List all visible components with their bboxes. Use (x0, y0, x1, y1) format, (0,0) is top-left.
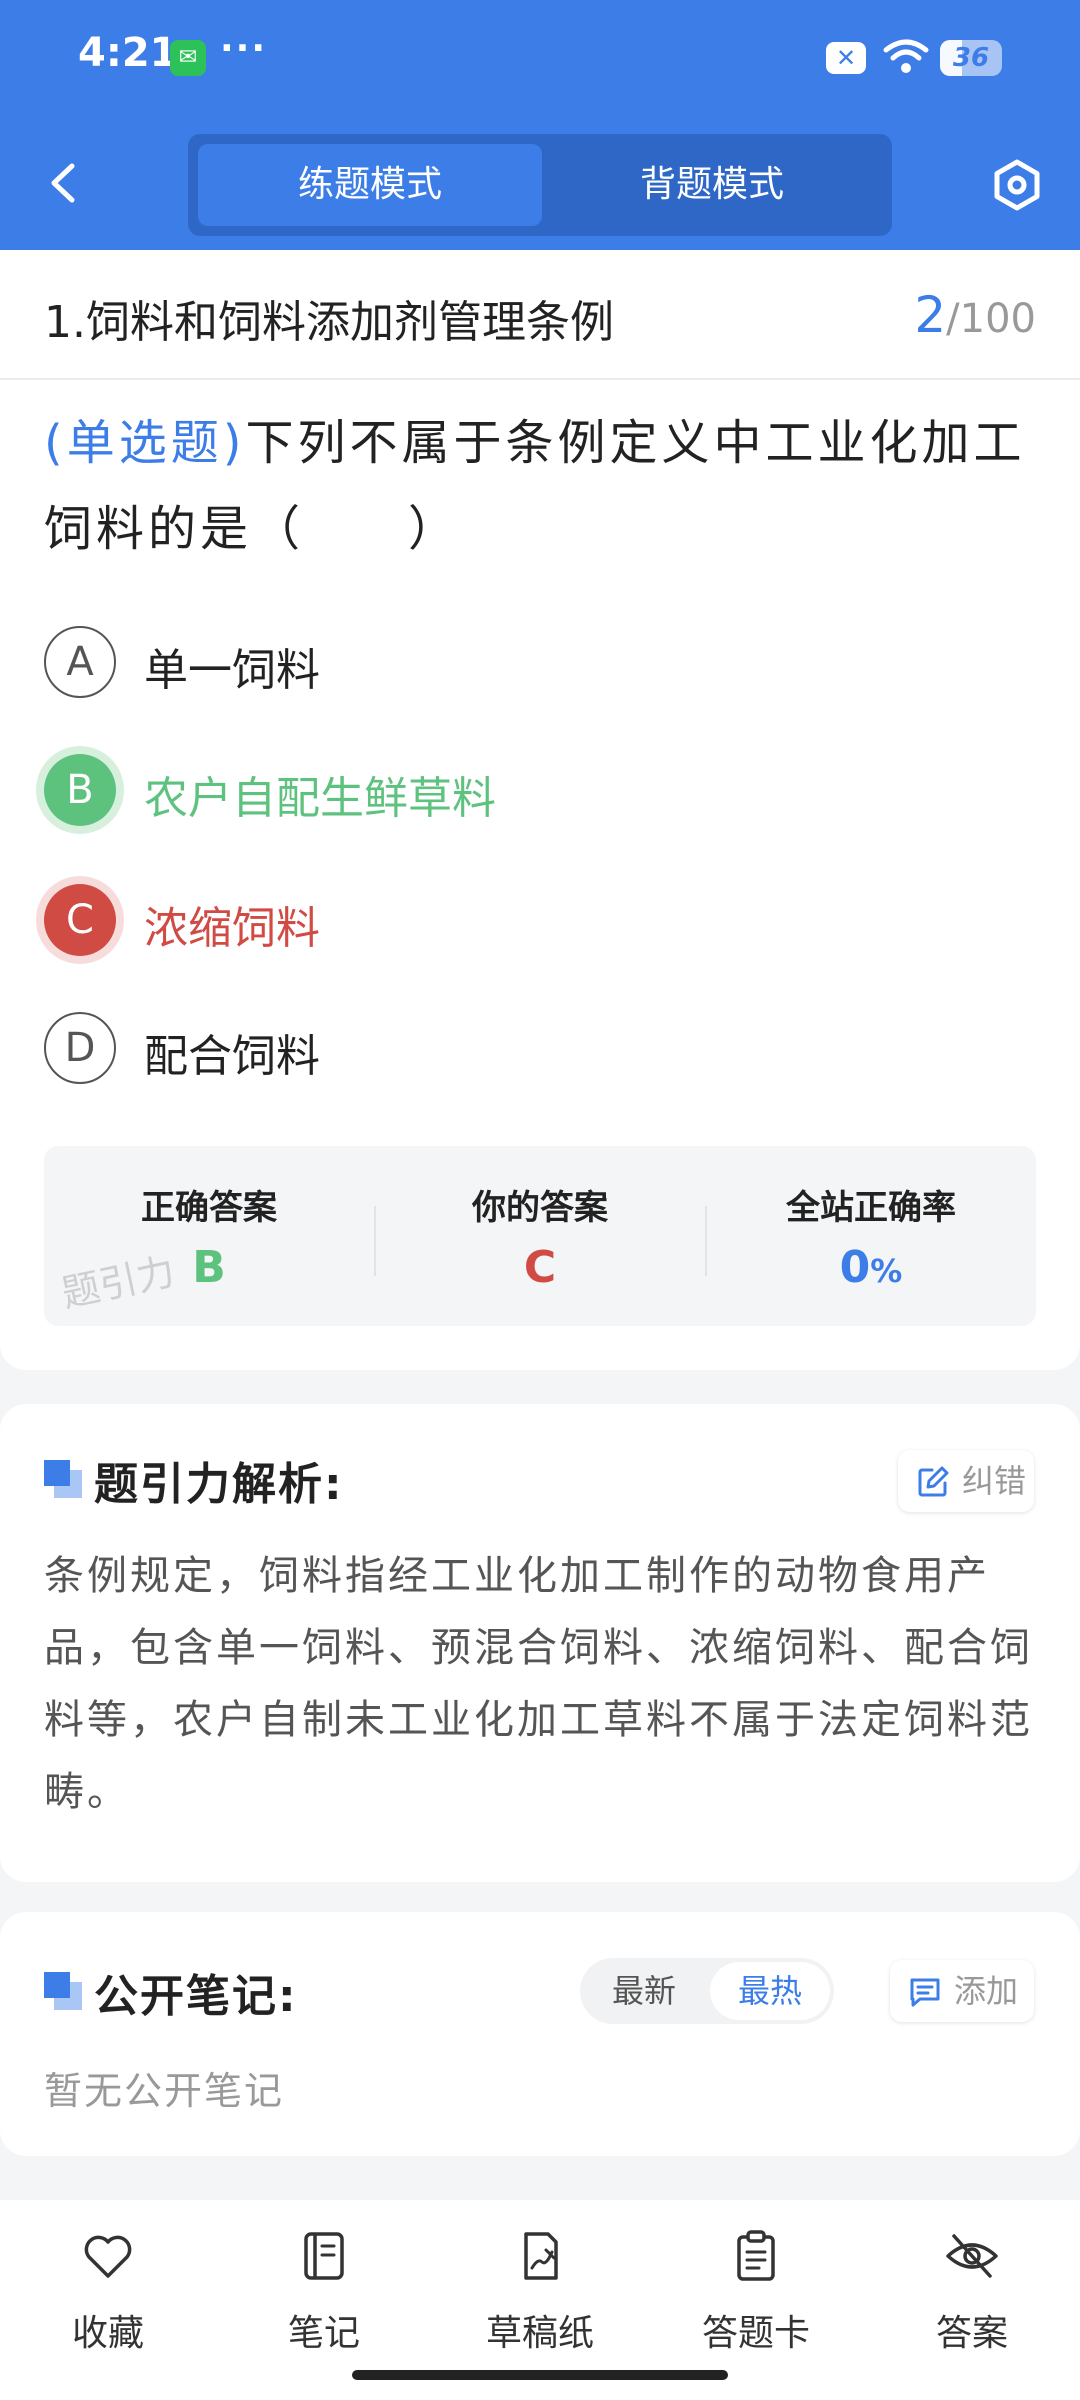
notes-card: 公开笔记: 最新 最热 添加 暂无公开笔记 (0, 1912, 1080, 2156)
more-notifications-icon: ··· (220, 28, 268, 69)
app-header: 4:21 ✉ ··· ✕ 36 练题模式 背题模式 (0, 0, 1080, 250)
accuracy-label: 全站正确率 (786, 1188, 956, 1228)
back-arrow-icon[interactable] (40, 158, 90, 208)
sort-hottest-option[interactable]: 最热 (710, 1962, 830, 2020)
chapter-title: 1.饲料和饲料添加剂管理条例 (44, 297, 614, 348)
add-note-button[interactable]: 添加 (890, 1960, 1034, 2022)
wechat-notification-icon: ✉ (170, 40, 206, 76)
add-note-label: 添加 (954, 1972, 1019, 2010)
option-b[interactable]: B 农户自配生鲜草料 (44, 744, 1044, 834)
option-a[interactable]: A 单一饲料 (44, 616, 1044, 706)
show-answer-button[interactable]: 答案 (882, 2228, 1062, 2358)
heart-icon (84, 2235, 132, 2278)
no-sim-icon: ✕ (826, 42, 866, 74)
question-card: 1.饲料和饲料添加剂管理条例 2/100 (单选题)下列不属于条例定义中工业化加… (0, 250, 1080, 1370)
show-answer-label: 答案 (935, 2313, 1008, 2354)
battery-icon: 36 (940, 40, 1002, 76)
mode-switch: 练题模式 背题模式 (188, 134, 892, 236)
option-letter: B (44, 754, 116, 826)
answer-summary: 正确答案 B 你的答案 C 全站正确率 0% 题引力 (44, 1146, 1036, 1326)
analysis-card: 题引力解析: 纠错 条例规定，饲料指经工业化加工制作的动物食用产品，包含单一饲料… (0, 1404, 1080, 1882)
edit-icon (918, 1466, 949, 1497)
option-letter: D (44, 1012, 116, 1084)
answer-sheet-label: 答题卡 (701, 2313, 810, 2354)
home-indicator[interactable] (352, 2370, 728, 2380)
answer-sheet-button[interactable]: 答题卡 (666, 2228, 846, 2358)
analysis-text: 条例规定，饲料指经工业化加工制作的动物食用产品，包含单一饲料、预混合饲料、浓缩饲… (44, 1553, 1033, 1815)
correct-answer-label: 正确答案 (141, 1188, 277, 1228)
notes-sort-toggle: 最新 最热 (580, 1958, 834, 2024)
wifi-icon (883, 39, 929, 73)
your-answer-value: C (523, 1242, 557, 1293)
tab-memorize-mode[interactable]: 背题模式 (540, 144, 884, 226)
tab-practice-mode[interactable]: 练题模式 (198, 144, 542, 226)
draft-paper-icon (524, 2232, 558, 2280)
favorite-label: 收藏 (71, 2313, 144, 2354)
battery-level: 36 (952, 43, 990, 73)
total-questions: /100 (946, 296, 1036, 342)
section-marker-icon (44, 1972, 84, 2012)
accuracy-value: 0% (706, 1242, 1036, 1293)
report-error-button[interactable]: 纠错 (898, 1450, 1034, 1512)
question-type: (单选题) (44, 415, 246, 471)
option-text: 浓缩饲料 (144, 903, 320, 954)
settings-icon[interactable] (990, 158, 1044, 212)
divider (0, 378, 1080, 380)
option-text: 农户自配生鲜草料 (144, 773, 496, 824)
current-question-number: 2 (914, 286, 947, 344)
sort-latest-option[interactable]: 最新 (584, 1962, 704, 2020)
option-c[interactable]: C 浓缩饲料 (44, 874, 1044, 964)
option-d[interactable]: D 配合饲料 (44, 1002, 1044, 1092)
empty-notes-text: 暂无公开笔记 (44, 2069, 285, 2113)
your-answer-label: 你的答案 (472, 1188, 608, 1228)
answer-sheet-icon (737, 2230, 775, 2281)
eye-off-icon (946, 2234, 998, 2278)
favorite-button[interactable]: 收藏 (18, 2228, 198, 2358)
status-bar: 4:21 ✉ ··· ✕ 36 (0, 0, 1080, 120)
notebook-icon (304, 2232, 344, 2280)
accuracy-column: 全站正确率 0% (706, 1146, 1036, 1326)
notes-label: 笔记 (287, 2313, 360, 2354)
notes-title: 公开笔记: (94, 1971, 298, 2022)
option-letter: C (44, 884, 116, 956)
question-progress: 2/100 (914, 286, 1036, 344)
section-marker-icon (44, 1460, 84, 1500)
comment-icon (910, 1978, 940, 2007)
your-answer-column: 你的答案 C (375, 1146, 705, 1326)
option-text: 单一饲料 (144, 645, 320, 696)
draft-paper-label: 草稿纸 (485, 2313, 594, 2354)
analysis-title: 题引力解析: (94, 1459, 344, 1510)
notes-button[interactable]: 笔记 (234, 2228, 414, 2358)
option-text: 配合饲料 (144, 1031, 320, 1082)
question-stem: (单选题)下列不属于条例定义中工业化加工饲料的是（ ） (44, 400, 1044, 572)
accuracy-unit: % (870, 1252, 903, 1290)
draft-paper-button[interactable]: 草稿纸 (450, 2228, 630, 2358)
report-error-label: 纠错 (962, 1462, 1027, 1500)
status-time: 4:21 (78, 30, 178, 76)
option-letter: A (44, 626, 116, 698)
accuracy-number: 0 (839, 1242, 871, 1293)
